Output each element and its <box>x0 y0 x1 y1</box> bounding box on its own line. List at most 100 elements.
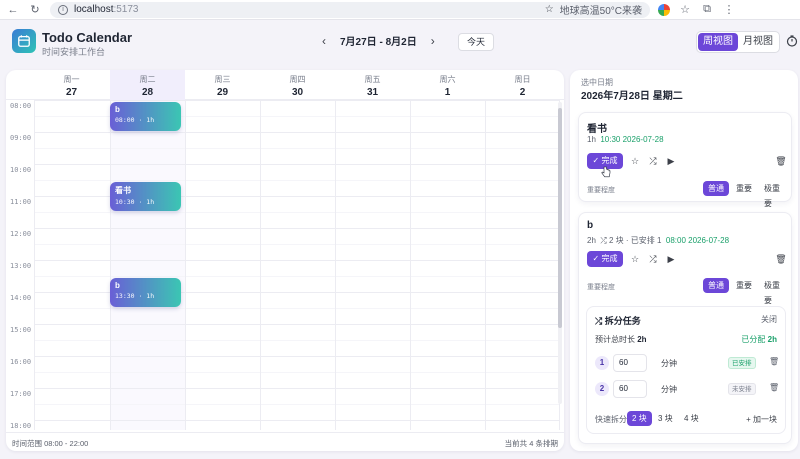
half-hour-gridline <box>34 340 559 341</box>
hour-label: 09:00 <box>10 134 32 142</box>
url-host: localhost <box>74 4 114 15</box>
address-bar[interactable]: i localhost:5173 ☆ 地球高温50°C来袭 <box>50 1 650 18</box>
day-header-thu[interactable]: 周四 30 <box>260 70 335 100</box>
day-gridline <box>34 100 35 430</box>
split-unit: 分钟 <box>661 385 677 394</box>
trash-icon[interactable]: 🗑 <box>769 383 779 395</box>
trash-icon[interactable]: 🗑 <box>775 155 787 167</box>
month-view-button[interactable]: 月视图 <box>738 33 778 51</box>
calendar-event[interactable]: b 08:00 · 1h <box>110 102 181 131</box>
split-status-badge: 未安排 <box>728 383 756 395</box>
split-task-panel: ⤮ 拆分任务 关闭 预计总时长 2h 已分配 2h 1 60 分钟 已安排 🗑 … <box>586 306 786 434</box>
hour-label: 16:00 <box>10 358 32 366</box>
day-header-fri[interactable]: 周五 31 <box>335 70 410 100</box>
day-header-mon[interactable]: 周一 27 <box>34 70 109 100</box>
task-card[interactable]: 看书 1h 10:30 2026-07-28 ✓ 完成 ☆ ⤮ ▶ 🗑 重要程度… <box>578 112 792 208</box>
calendar-event[interactable]: b 13:30 · 1h <box>110 278 181 307</box>
site-info-icon[interactable]: i <box>58 4 68 15</box>
hour-gridline <box>34 164 559 165</box>
event-time: 13:30 · 1h <box>115 292 155 300</box>
priority-important-button[interactable]: 重要 <box>731 181 757 196</box>
timer-icon[interactable] <box>786 35 798 47</box>
today-button[interactable]: 今天 <box>458 33 495 51</box>
hour-label: 13:00 <box>10 262 32 270</box>
split-index: 1 <box>595 356 609 370</box>
week-calendar: 周一 27 周二 28 周三 29 周四 30 周五 31 周六 1 周日 2 08:00 0… <box>6 70 564 451</box>
trash-icon[interactable]: 🗑 <box>769 357 779 369</box>
hand-cursor-icon <box>601 166 611 178</box>
calendar-scrollbar[interactable] <box>558 102 562 404</box>
app-title: Todo Calendar <box>42 30 133 45</box>
quick-split-4-button[interactable]: 4 块 <box>679 411 704 426</box>
star-icon[interactable]: ☆ <box>545 4 554 15</box>
day-header-tue[interactable]: 周二 28 <box>110 70 185 100</box>
half-hour-gridline <box>34 308 559 309</box>
calendar-event[interactable]: 看书 10:30 · 1h <box>110 182 181 211</box>
next-week-icon[interactable]: › <box>431 34 435 48</box>
hour-gridline <box>34 260 559 261</box>
task-schedule: 10:30 2026-07-28 <box>600 135 664 144</box>
task-name: b <box>587 220 594 231</box>
day-gridline <box>185 100 186 430</box>
priority-important-button[interactable]: 重要 <box>731 278 757 293</box>
task-meta: 1h 10:30 2026-07-28 <box>587 135 664 144</box>
priority-label: 重要程度 <box>587 284 615 291</box>
bookmarks-icon[interactable]: ☆ <box>678 3 692 17</box>
split-close-button[interactable]: 关闭 <box>761 314 777 325</box>
task-schedule: 08:00 2026-07-28 <box>665 236 730 245</box>
prev-week-icon[interactable]: ‹ <box>322 34 326 48</box>
url-port: :5173 <box>113 4 139 15</box>
day-gridline <box>485 100 486 430</box>
scrollbar-thumb[interactable] <box>558 108 562 328</box>
half-hour-gridline <box>34 276 559 277</box>
split-allocated: 已分配 2h <box>741 335 777 344</box>
star-icon[interactable]: ☆ <box>629 253 641 265</box>
calendar-footer: 时间范围 08:00 - 22:00 当前共 4 条排期 <box>6 432 564 451</box>
calendar-logo-icon <box>12 29 36 53</box>
hour-gridline <box>34 356 559 357</box>
week-view-button[interactable]: 周视图 <box>698 33 738 51</box>
priority-critical-button[interactable]: 极重要 <box>759 278 791 305</box>
play-icon[interactable]: ▶ <box>665 253 677 265</box>
extensions-icon[interactable]: ⧉ <box>700 3 714 17</box>
priority-normal-button[interactable]: 普通 <box>703 278 729 293</box>
task-meta: 2h ⤮ 2 块 · 已安排 1 08:00 2026-07-28 <box>587 236 730 245</box>
weather-suggestion[interactable]: 地球高温50°C来袭 <box>560 2 642 17</box>
complete-button[interactable]: ✓ 完成 <box>587 251 623 267</box>
play-icon[interactable]: ▶ <box>665 155 677 167</box>
trash-icon[interactable]: 🗑 <box>775 253 787 265</box>
hour-label: 11:00 <box>10 198 32 206</box>
star-icon[interactable]: ☆ <box>629 155 641 167</box>
day-gridline <box>260 100 261 430</box>
reload-icon[interactable]: ↻ <box>28 3 42 17</box>
priority-critical-button[interactable]: 极重要 <box>759 181 791 208</box>
split-icon[interactable]: ⤮ <box>647 253 659 265</box>
split-row: 1 60 分钟 已安排 🗑 <box>595 354 779 372</box>
hour-label: 18:00 <box>10 422 32 430</box>
hour-gridline <box>34 132 559 133</box>
split-minutes-input[interactable]: 60 <box>613 354 647 372</box>
add-split-button[interactable]: + 加一块 <box>746 414 777 425</box>
event-time: 10:30 · 1h <box>115 198 155 206</box>
day-header-sun[interactable]: 周日 2 <box>485 70 560 100</box>
task-split-info: ⤮ 2 块 · 已安排 1 <box>600 236 662 245</box>
more-menu-icon[interactable]: ⋮ <box>722 3 736 17</box>
split-total: 预计总时长 2h <box>595 335 647 344</box>
selected-date: 2026年7月28日 星期二 <box>581 91 683 102</box>
split-minutes-input[interactable]: 60 <box>613 380 647 398</box>
hour-label: 08:00 <box>10 102 32 110</box>
split-title: ⤮ 拆分任务 <box>595 316 641 326</box>
day-gridline <box>110 100 111 430</box>
day-header-sat[interactable]: 周六 1 <box>410 70 485 100</box>
hour-label: 15:00 <box>10 326 32 334</box>
day-gridline <box>335 100 336 430</box>
priority-label: 重要程度 <box>587 187 615 194</box>
calendar-grid[interactable]: 08:00 09:00 10:00 11:00 12:00 13:00 14:0… <box>6 100 564 430</box>
split-icon[interactable]: ⤮ <box>647 155 659 167</box>
extension-icon[interactable] <box>658 3 670 16</box>
priority-normal-button[interactable]: 普通 <box>703 181 729 196</box>
day-header-wed[interactable]: 周三 29 <box>185 70 260 100</box>
back-icon[interactable]: ← <box>6 3 20 17</box>
quick-split-3-button[interactable]: 3 块 <box>653 411 678 426</box>
quick-split-2-button[interactable]: 2 块 <box>627 411 652 426</box>
